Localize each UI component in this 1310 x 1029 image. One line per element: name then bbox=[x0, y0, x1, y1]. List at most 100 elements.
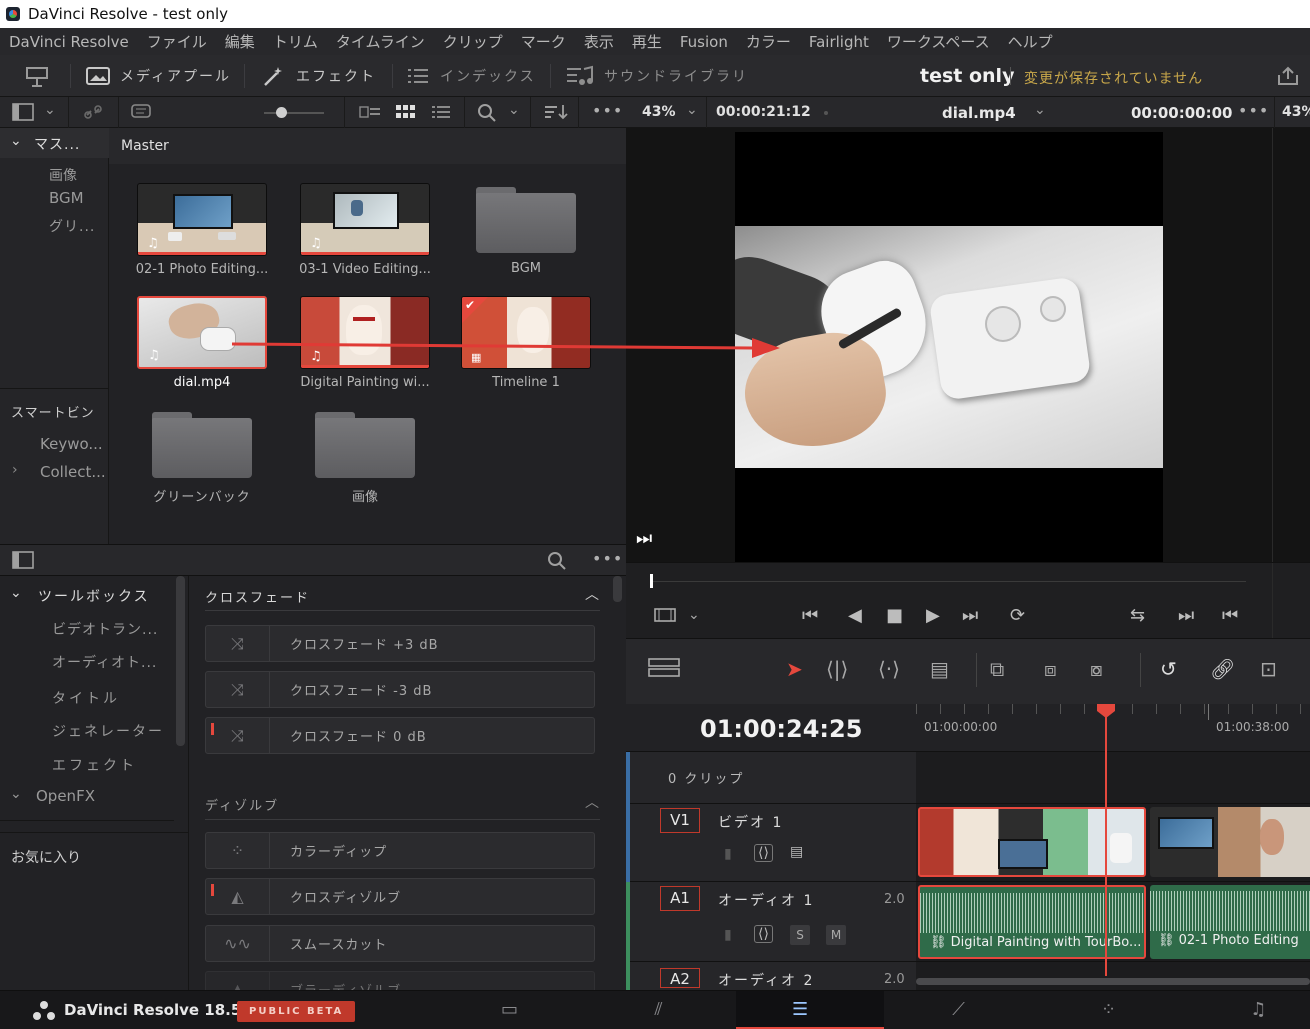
audio-clip[interactable]: ⛓ Digital Painting with TourBo... bbox=[918, 885, 1146, 959]
chevron-up-icon[interactable]: ︿ bbox=[585, 792, 599, 812]
openfx-category[interactable]: OpenFX bbox=[36, 787, 95, 805]
match-frame-icon[interactable]: ⇆ bbox=[1130, 605, 1145, 626]
video-track-header[interactable]: V1 ビデオ 1 ▮ ⟨⟩ ▤ bbox=[626, 804, 916, 882]
media-pool-button[interactable]: メディアプール bbox=[86, 55, 231, 97]
chevron-down-icon[interactable]: ⌄ bbox=[688, 607, 700, 623]
toolbox-item[interactable]: オーディオト... bbox=[52, 652, 157, 672]
play-reverse-icon[interactable]: ◀ bbox=[848, 605, 862, 626]
more-options-icon[interactable]: ••• bbox=[592, 549, 623, 568]
sound-library-button[interactable]: サウンドライブラリ bbox=[566, 55, 748, 97]
overwrite-clip-icon[interactable]: ⧈ bbox=[1044, 657, 1057, 681]
effect-item[interactable]: ▲ ブラーディゾルブ bbox=[205, 971, 595, 990]
menu-fusion[interactable]: Fusion bbox=[680, 33, 728, 51]
menu-trim[interactable]: トリム bbox=[273, 31, 318, 52]
sort-icon[interactable] bbox=[544, 103, 570, 125]
loop-icon[interactable]: ⟳ bbox=[1010, 605, 1025, 626]
audio-clip[interactable]: ⛓ 02-1 Photo Editing bbox=[1150, 885, 1310, 959]
thumbnail-view-icon[interactable] bbox=[394, 103, 416, 125]
mark-out-icon[interactable]: ⏮ bbox=[1222, 605, 1238, 626]
menu-timeline[interactable]: タイムライン bbox=[336, 31, 425, 52]
panel-toggle-icon[interactable] bbox=[12, 103, 34, 125]
link-disabled-icon[interactable] bbox=[82, 103, 104, 125]
toolbox-item[interactable]: タイトル bbox=[52, 688, 120, 708]
thumbnail-size-slider[interactable] bbox=[264, 112, 324, 114]
playhead[interactable] bbox=[650, 574, 653, 588]
chevron-down-icon[interactable]: ⌄ bbox=[44, 102, 56, 118]
menu-view[interactable]: 表示 bbox=[584, 31, 614, 52]
auto-select-icon[interactable]: ⟨⟩ bbox=[754, 925, 773, 943]
media-folder[interactable]: BGM bbox=[456, 183, 596, 276]
lock-icon[interactable]: ▮ bbox=[724, 846, 732, 862]
chevron-down-icon[interactable]: ⌄ bbox=[10, 786, 22, 802]
mute-button[interactable]: M bbox=[826, 925, 846, 945]
blade-tool-icon[interactable]: ▤ bbox=[930, 657, 949, 681]
effect-item[interactable]: ∿∿ スムースカット bbox=[205, 925, 595, 962]
menu-playback[interactable]: 再生 bbox=[632, 31, 662, 52]
effect-item[interactable]: ⤨ クロスフェード 0 dB bbox=[205, 717, 595, 754]
linked-selection-icon[interactable]: 🔗︎ bbox=[1210, 657, 1235, 681]
toolbox-item[interactable]: ビデオトラン... bbox=[52, 619, 158, 639]
timeline-viewer-zoom[interactable]: 43% bbox=[1282, 104, 1310, 120]
bin-item[interactable]: グリ... bbox=[49, 216, 95, 236]
edit-page-tab[interactable]: ☰ bbox=[736, 991, 884, 1029]
media-folder[interactable]: 画像 bbox=[295, 408, 435, 505]
menu-clip[interactable]: クリップ bbox=[443, 31, 503, 52]
chevron-down-icon[interactable]: ⌄ bbox=[508, 102, 520, 118]
chevron-right-icon[interactable]: › bbox=[12, 462, 18, 478]
chevron-down-icon[interactable]: ⌄ bbox=[686, 102, 698, 118]
audio-track-header[interactable]: A2 オーディオ 2 2.0 bbox=[626, 962, 916, 990]
skip-to-end-icon[interactable]: ⏭ bbox=[636, 528, 652, 549]
menu-edit[interactable]: 編集 bbox=[225, 31, 255, 52]
stop-icon[interactable]: ■ bbox=[886, 605, 903, 626]
effect-item[interactable]: ◭ クロスディゾルブ bbox=[205, 878, 595, 915]
jump-to-start-icon[interactable]: ⏮ bbox=[802, 605, 818, 626]
video-clip[interactable] bbox=[918, 807, 1146, 877]
film-icon[interactable]: ▤ bbox=[790, 844, 803, 860]
snapping-icon[interactable]: ↺ bbox=[1160, 657, 1177, 681]
horizontal-scrollbar[interactable] bbox=[916, 978, 1310, 985]
track-tag[interactable]: A2 bbox=[660, 968, 700, 988]
index-button[interactable]: インデックス bbox=[406, 55, 536, 97]
trim-tool-icon[interactable]: ⟨|⟩ bbox=[826, 657, 848, 681]
lock-icon[interactable]: ▮ bbox=[724, 927, 732, 943]
insert-clip-icon[interactable]: ⧉ bbox=[990, 657, 1004, 681]
replace-clip-icon[interactable]: ⧇ bbox=[1090, 657, 1103, 681]
presentation-icon[interactable] bbox=[24, 66, 50, 93]
media-clip[interactable]: ♫ 03-1 Video Editing... bbox=[295, 183, 435, 277]
toolbox-category[interactable]: ツールボックス bbox=[38, 586, 150, 606]
search-icon[interactable] bbox=[546, 550, 568, 574]
track-tag[interactable]: V1 bbox=[660, 808, 700, 833]
metadata-icon[interactable] bbox=[130, 103, 152, 125]
timeline-timecode[interactable]: 01:00:24:25 bbox=[700, 715, 862, 743]
media-clip[interactable]: ♫ 02-1 Photo Editing... bbox=[132, 183, 272, 277]
menu-color[interactable]: カラー bbox=[746, 31, 791, 52]
more-options-icon[interactable]: ••• bbox=[592, 101, 623, 120]
menu-davinci[interactable]: DaVinci Resolve bbox=[9, 33, 129, 51]
dynamic-trim-icon[interactable]: ⟨·⟩ bbox=[878, 657, 900, 681]
effect-item[interactable]: ⤨ クロスフェード -3 dB bbox=[205, 671, 595, 708]
timeline-view-options-icon[interactable] bbox=[648, 657, 680, 684]
slider-knob[interactable] bbox=[276, 107, 287, 118]
scrollbar[interactable] bbox=[176, 576, 185, 746]
menu-workspace[interactable]: ワークスペース bbox=[887, 31, 990, 52]
fairlight-page-icon[interactable]: ♫ bbox=[1186, 999, 1310, 1020]
media-page-icon[interactable]: ▭ bbox=[437, 999, 582, 1020]
list-view-icon[interactable] bbox=[430, 103, 452, 125]
menu-fairlight[interactable]: Fairlight bbox=[809, 33, 869, 51]
metadata-view-icon[interactable] bbox=[358, 104, 382, 124]
viewer-zoom[interactable]: 43% bbox=[642, 104, 676, 120]
track-tag[interactable]: A1 bbox=[660, 886, 700, 911]
master-bin-row[interactable]: ⌄ マス... bbox=[0, 128, 109, 158]
menu-file[interactable]: ファイル bbox=[147, 31, 207, 52]
more-options-icon[interactable]: ••• bbox=[1238, 101, 1269, 120]
solo-button[interactable]: S bbox=[790, 925, 810, 945]
menu-help[interactable]: ヘルプ bbox=[1008, 31, 1053, 52]
toolbox-item[interactable]: ジェネレーター bbox=[52, 721, 164, 741]
video-clip[interactable] bbox=[1150, 807, 1310, 877]
effect-item[interactable]: ⁘ カラーディップ bbox=[205, 832, 595, 869]
auto-select-icon[interactable]: ⟨⟩ bbox=[754, 844, 773, 862]
panel-toggle-icon[interactable] bbox=[12, 551, 34, 573]
viewer-clip-name[interactable]: dial.mp4 bbox=[942, 104, 1016, 122]
media-folder[interactable]: グリーンバック bbox=[132, 408, 272, 505]
export-icon[interactable] bbox=[1276, 65, 1300, 91]
